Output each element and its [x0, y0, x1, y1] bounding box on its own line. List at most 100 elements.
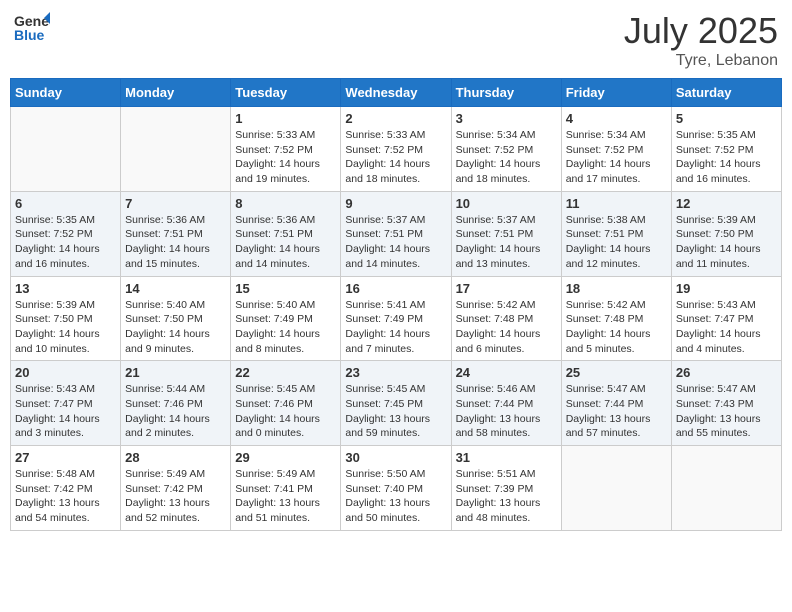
calendar-cell: 10 Sunrise: 5:37 AM Sunset: 7:51 PM Dayli… [451, 191, 561, 276]
day-number: 22 [235, 365, 336, 380]
page-header: General Blue July 2025 Tyre, Lebanon [10, 10, 782, 70]
calendar-cell: 17 Sunrise: 5:42 AM Sunset: 7:48 PM Dayli… [451, 276, 561, 361]
day-info: Sunrise: 5:39 AM Sunset: 7:50 PM Dayligh… [676, 213, 777, 272]
day-number: 30 [345, 450, 446, 465]
calendar-cell: 11 Sunrise: 5:38 AM Sunset: 7:51 PM Dayli… [561, 191, 671, 276]
day-info: Sunrise: 5:44 AM Sunset: 7:46 PM Dayligh… [125, 382, 226, 441]
day-info: Sunrise: 5:36 AM Sunset: 7:51 PM Dayligh… [125, 213, 226, 272]
day-number: 7 [125, 196, 226, 211]
calendar-week-row: 27Sunrise: 5:48 AM Sunset: 7:42 PM Dayli… [11, 446, 782, 531]
calendar-cell: 19Sunrise: 5:43 AM Sunset: 7:47 PM Dayli… [671, 276, 781, 361]
column-header-tuesday: Tuesday [231, 79, 341, 107]
calendar-cell: 25 Sunrise: 5:47 AM Sunset: 7:44 PM Dayli… [561, 361, 671, 446]
column-header-saturday: Saturday [671, 79, 781, 107]
calendar-cell: 6 Sunrise: 5:35 AM Sunset: 7:52 PM Daylig… [11, 191, 121, 276]
day-number: 11 [566, 196, 667, 211]
day-number: 9 [345, 196, 446, 211]
day-info: Sunrise: 5:33 AM Sunset: 7:52 PM Dayligh… [345, 128, 446, 187]
column-header-thursday: Thursday [451, 79, 561, 107]
day-info: Sunrise: 5:35 AM Sunset: 7:52 PM Dayligh… [15, 213, 116, 272]
day-number: 12 [676, 196, 777, 211]
day-number: 16 [345, 281, 446, 296]
day-number: 6 [15, 196, 116, 211]
day-number: 1 [235, 111, 336, 126]
calendar-header-row: SundayMondayTuesdayWednesdayThursdayFrid… [11, 79, 782, 107]
day-info: Sunrise: 5:40 AM Sunset: 7:50 PM Dayligh… [125, 298, 226, 357]
calendar-cell [561, 446, 671, 531]
day-number: 8 [235, 196, 336, 211]
title-area: July 2025 Tyre, Lebanon [624, 10, 778, 70]
calendar-cell: 14 Sunrise: 5:40 AM Sunset: 7:50 PM Dayli… [121, 276, 231, 361]
calendar-cell: 3 Sunrise: 5:34 AM Sunset: 7:52 PM Daylig… [451, 107, 561, 192]
calendar-cell: 2Sunrise: 5:33 AM Sunset: 7:52 PM Daylig… [341, 107, 451, 192]
column-header-friday: Friday [561, 79, 671, 107]
column-header-monday: Monday [121, 79, 231, 107]
day-number: 3 [456, 111, 557, 126]
day-number: 15 [235, 281, 336, 296]
day-number: 21 [125, 365, 226, 380]
calendar-week-row: 1 Sunrise: 5:33 AM Sunset: 7:52 PM Daylig… [11, 107, 782, 192]
day-number: 23 [345, 365, 446, 380]
day-number: 10 [456, 196, 557, 211]
day-info: Sunrise: 5:35 AM Sunset: 7:52 PM Dayligh… [676, 128, 777, 187]
column-header-sunday: Sunday [11, 79, 121, 107]
month-title: July 2025 [624, 10, 778, 52]
day-info: Sunrise: 5:47 AM Sunset: 7:44 PM Dayligh… [566, 382, 667, 441]
calendar-cell [671, 446, 781, 531]
day-number: 31 [456, 450, 557, 465]
day-number: 14 [125, 281, 226, 296]
day-info: Sunrise: 5:43 AM Sunset: 7:47 PM Dayligh… [15, 382, 116, 441]
svg-text:Blue: Blue [14, 27, 45, 43]
day-number: 29 [235, 450, 336, 465]
calendar-cell: 26 Sunrise: 5:47 AM Sunset: 7:43 PM Dayli… [671, 361, 781, 446]
calendar-cell: 15 Sunrise: 5:40 AM Sunset: 7:49 PM Dayli… [231, 276, 341, 361]
calendar-table: SundayMondayTuesdayWednesdayThursdayFrid… [10, 78, 782, 531]
calendar-cell: 21 Sunrise: 5:44 AM Sunset: 7:46 PM Dayli… [121, 361, 231, 446]
day-number: 17 [456, 281, 557, 296]
day-info: Sunrise: 5:37 AM Sunset: 7:51 PM Dayligh… [456, 213, 557, 272]
day-info: Sunrise: 5:40 AM Sunset: 7:49 PM Dayligh… [235, 298, 336, 357]
calendar-cell: 1 Sunrise: 5:33 AM Sunset: 7:52 PM Daylig… [231, 107, 341, 192]
day-info: Sunrise: 5:42 AM Sunset: 7:48 PM Dayligh… [456, 298, 557, 357]
logo-icon: General Blue [14, 10, 50, 46]
day-number: 4 [566, 111, 667, 126]
day-info: Sunrise: 5:41 AM Sunset: 7:49 PM Dayligh… [345, 298, 446, 357]
day-info: Sunrise: 5:51 AM Sunset: 7:39 PM Dayligh… [456, 467, 557, 526]
day-info: Sunrise: 5:39 AM Sunset: 7:50 PM Dayligh… [15, 298, 116, 357]
day-info: Sunrise: 5:38 AM Sunset: 7:51 PM Dayligh… [566, 213, 667, 272]
calendar-week-row: 20 Sunrise: 5:43 AM Sunset: 7:47 PM Dayli… [11, 361, 782, 446]
day-info: Sunrise: 5:37 AM Sunset: 7:51 PM Dayligh… [345, 213, 446, 272]
calendar-cell: 28Sunrise: 5:49 AM Sunset: 7:42 PM Dayli… [121, 446, 231, 531]
calendar-cell: 23 Sunrise: 5:45 AM Sunset: 7:45 PM Dayli… [341, 361, 451, 446]
calendar-cell: 31 Sunrise: 5:51 AM Sunset: 7:39 PM Dayli… [451, 446, 561, 531]
column-header-wednesday: Wednesday [341, 79, 451, 107]
day-info: Sunrise: 5:36 AM Sunset: 7:51 PM Dayligh… [235, 213, 336, 272]
calendar-cell: 18 Sunrise: 5:42 AM Sunset: 7:48 PM Dayli… [561, 276, 671, 361]
calendar-cell: 8 Sunrise: 5:36 AM Sunset: 7:51 PM Daylig… [231, 191, 341, 276]
day-number: 26 [676, 365, 777, 380]
day-info: Sunrise: 5:47 AM Sunset: 7:43 PM Dayligh… [676, 382, 777, 441]
day-info: Sunrise: 5:49 AM Sunset: 7:42 PM Dayligh… [125, 467, 226, 526]
day-number: 18 [566, 281, 667, 296]
calendar-cell [121, 107, 231, 192]
day-info: Sunrise: 5:42 AM Sunset: 7:48 PM Dayligh… [566, 298, 667, 357]
day-info: Sunrise: 5:34 AM Sunset: 7:52 PM Dayligh… [456, 128, 557, 187]
day-info: Sunrise: 5:33 AM Sunset: 7:52 PM Dayligh… [235, 128, 336, 187]
day-number: 20 [15, 365, 116, 380]
calendar-cell [11, 107, 121, 192]
day-number: 5 [676, 111, 777, 126]
day-number: 13 [15, 281, 116, 296]
day-info: Sunrise: 5:46 AM Sunset: 7:44 PM Dayligh… [456, 382, 557, 441]
day-number: 25 [566, 365, 667, 380]
calendar-cell: 13 Sunrise: 5:39 AM Sunset: 7:50 PM Dayli… [11, 276, 121, 361]
logo: General Blue [14, 10, 50, 46]
calendar-cell: 30 Sunrise: 5:50 AM Sunset: 7:40 PM Dayli… [341, 446, 451, 531]
calendar-week-row: 6 Sunrise: 5:35 AM Sunset: 7:52 PM Daylig… [11, 191, 782, 276]
day-info: Sunrise: 5:50 AM Sunset: 7:40 PM Dayligh… [345, 467, 446, 526]
day-info: Sunrise: 5:49 AM Sunset: 7:41 PM Dayligh… [235, 467, 336, 526]
calendar-cell: 16 Sunrise: 5:41 AM Sunset: 7:49 PM Dayli… [341, 276, 451, 361]
day-info: Sunrise: 5:45 AM Sunset: 7:45 PM Dayligh… [345, 382, 446, 441]
day-number: 19 [676, 281, 777, 296]
calendar-week-row: 13 Sunrise: 5:39 AM Sunset: 7:50 PM Dayli… [11, 276, 782, 361]
calendar-cell: 12 Sunrise: 5:39 AM Sunset: 7:50 PM Dayli… [671, 191, 781, 276]
